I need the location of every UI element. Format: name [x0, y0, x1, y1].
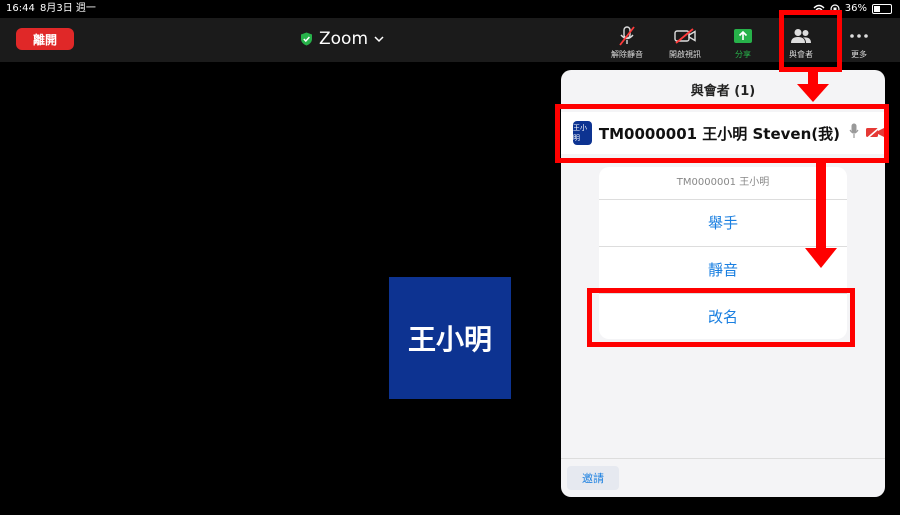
status-date: 8月3日 週一	[40, 3, 96, 14]
unmute-label: 解除靜音	[611, 50, 643, 59]
panel-title: 與會者 (1)	[690, 84, 756, 99]
unmute-button[interactable]: 解除靜音	[598, 20, 656, 60]
chevron-down-icon	[374, 36, 384, 43]
share-icon	[734, 26, 752, 46]
menu-header: TM0000001 王小明	[599, 167, 847, 200]
toolbar-actions: 解除靜音 開啟視訊 分享 與會者 更多	[598, 20, 888, 60]
battery-percent: 36%	[844, 3, 867, 14]
status-bar: 16:44 8月3日 週一 36%	[0, 0, 900, 18]
video-off-icon	[674, 26, 696, 46]
shield-check-icon	[301, 32, 312, 46]
battery-icon	[872, 4, 892, 14]
raise-hand-option[interactable]: 舉手	[599, 200, 847, 247]
annotation-box-rename	[587, 288, 855, 347]
meeting-title-button[interactable]: Zoom	[300, 26, 390, 52]
annotation-box-participant-row	[555, 104, 889, 163]
start-video-label: 開啟視訊	[669, 50, 701, 59]
panel-footer: 邀請	[561, 458, 885, 497]
video-tile: 王小明	[389, 277, 511, 399]
share-label: 分享	[735, 50, 751, 59]
mute-option[interactable]: 靜音	[599, 247, 847, 294]
invite-button[interactable]: 邀請	[567, 466, 619, 490]
more-label: 更多	[851, 50, 867, 59]
meeting-toolbar: 離開 Zoom 解除靜音 開啟視訊 分享 與會者 更多	[0, 18, 900, 62]
more-icon	[850, 26, 868, 46]
leave-button[interactable]: 離開	[16, 28, 74, 50]
status-time: 16:44	[6, 3, 35, 14]
share-button[interactable]: 分享	[714, 20, 772, 60]
mic-off-icon	[619, 26, 635, 46]
annotation-box-participants	[779, 10, 842, 72]
start-video-button[interactable]: 開啟視訊	[656, 20, 714, 60]
meeting-title: Zoom	[319, 29, 369, 49]
